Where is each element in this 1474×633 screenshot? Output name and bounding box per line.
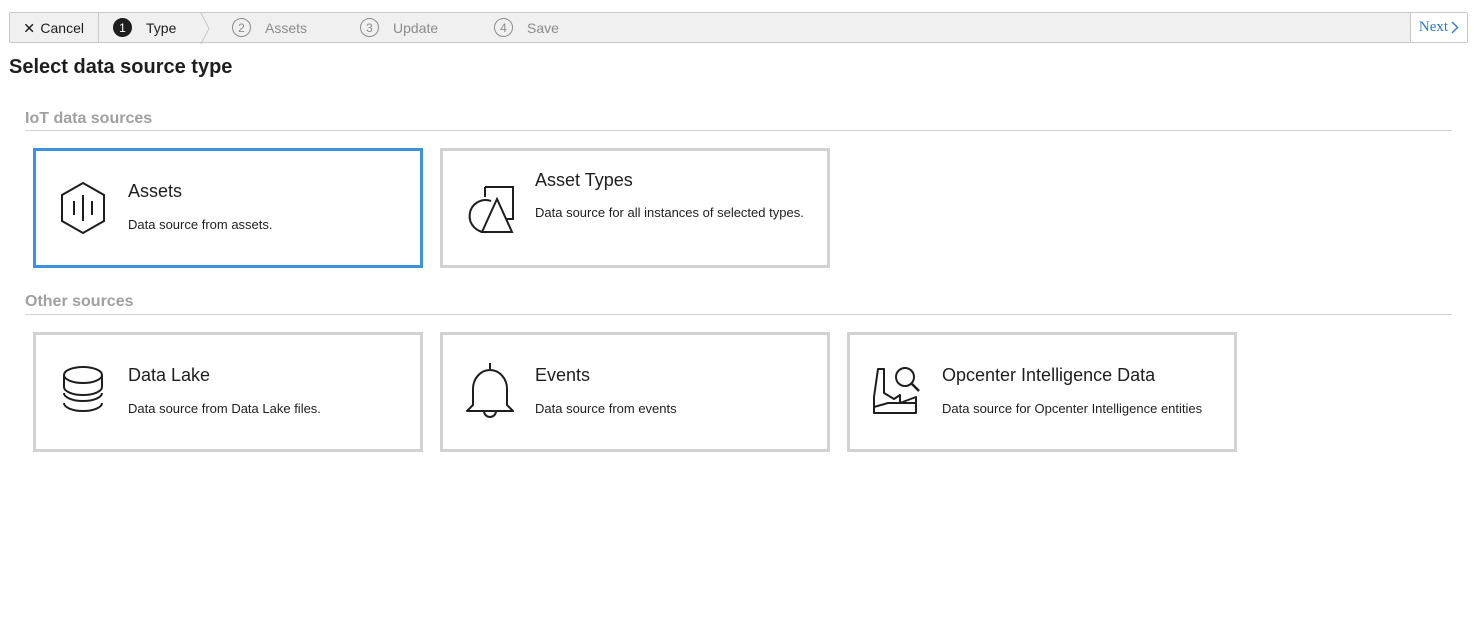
card-data-lake[interactable]: Data Lake Data source from Data Lake fil… [33,332,423,452]
card-assets[interactable]: Assets Data source from assets. [33,148,423,268]
card-title: Opcenter Intelligence Data [942,365,1156,385]
database-icon [63,366,103,412]
card-title: Asset Types [535,170,633,190]
card-description: Data source from assets. [128,217,273,232]
card-title: Assets [128,181,183,201]
bell-icon [466,363,514,418]
card-description: Data source from events [535,401,677,416]
section-title-iot: IoT data sources [25,110,1452,131]
asset-types-shapes-icon [468,186,514,234]
card-asset-types[interactable]: Asset Types Data source for all instance… [440,148,830,268]
wizard-step-update: 3 Update [360,13,494,42]
card-title: Events [535,365,591,385]
wizard-step-assets: 2 Assets [232,13,360,42]
step-number: 4 [494,18,513,37]
step-label: Save [527,19,559,36]
step-number: 2 [232,18,251,37]
wizard-bar: Cancel 1 Type 2 Assets 3 Update 4 Save N… [9,12,1468,44]
next-button[interactable]: Next [1410,13,1467,42]
page-title: Select data source type [9,56,233,78]
asset-hexagon-icon [61,181,105,235]
step-number: 1 [113,18,132,37]
step-label: Update [393,19,439,36]
factory-search-icon [873,367,920,414]
close-icon [24,23,34,32]
card-description: Data source for all instances of selecte… [535,205,804,220]
card-description: Data source from Data Lake files. [128,401,321,416]
cancel-button[interactable]: Cancel [10,13,99,42]
step-number: 3 [360,18,379,37]
card-title: Data Lake [128,365,211,385]
step-divider-icon [200,13,210,44]
next-label: Next [1418,19,1449,35]
step-label: Assets [265,19,308,36]
card-description: Data source for Opcenter Intelligence en… [942,401,1203,416]
step-label: Type [146,19,177,36]
section-title-other: Other sources [25,293,1452,315]
wizard-step-save: 4 Save [494,13,594,42]
cancel-label: Cancel [40,19,84,36]
card-opcenter-intelligence[interactable]: Opcenter Intelligence Data Data source f… [847,332,1237,452]
chevron-right-icon [1451,21,1459,34]
card-events[interactable]: Events Data source from events [440,332,830,452]
